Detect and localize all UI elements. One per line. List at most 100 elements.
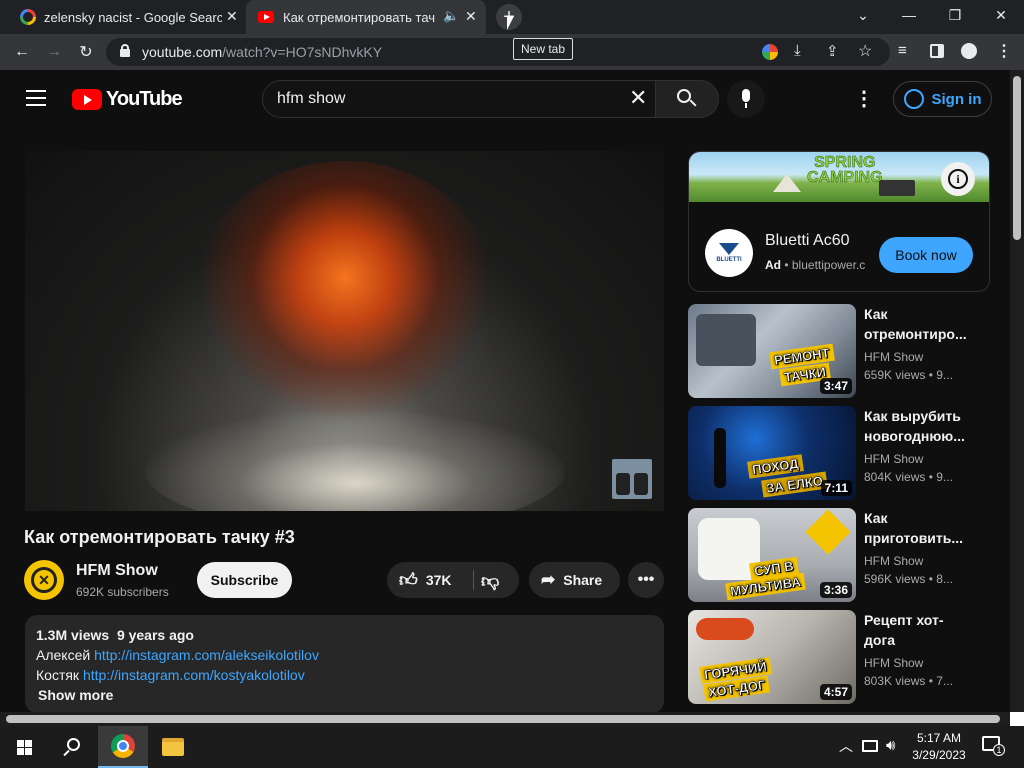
vertical-scrollbar-thumb[interactable] [1013, 76, 1021, 240]
recommended-video[interactable]: РЕМОНТ ТАЧКИ 3:47 Как отремонтиро... HFM… [688, 304, 988, 400]
dislike-button[interactable]: 👎︎ [481, 570, 499, 592]
bookmark-star-icon[interactable]: ☆ [858, 41, 872, 61]
instagram-link-2[interactable]: http://instagram.com/kostyakolotilov [83, 667, 305, 683]
recommended-video[interactable]: ГОРЯЧИЙ ХОТ-ДОГ 4:57 Рецепт хот- дога HF… [688, 610, 988, 706]
recommended-channel[interactable]: HFM Show [864, 452, 923, 466]
tab-strip: zelensky nacist - Google Search ✕ Как от… [0, 0, 1024, 34]
recommended-title[interactable]: Рецепт хот- дога [864, 610, 974, 650]
advertiser-logo[interactable]: BLUETTI [705, 229, 753, 277]
info-icon: i [948, 169, 968, 189]
horizontal-scrollbar[interactable] [0, 712, 1010, 726]
hamburger-menu-icon[interactable] [26, 90, 46, 106]
close-tab-icon[interactable]: ✕ [226, 8, 238, 25]
youtube-logo[interactable]: YouTube [72, 87, 183, 111]
clear-search-icon[interactable]: ✕ [629, 85, 647, 111]
voice-search-button[interactable] [727, 80, 765, 118]
taskbar-file-explorer[interactable] [148, 726, 198, 768]
recommended-views: 803K views • 7... [864, 674, 953, 688]
search-input[interactable] [277, 89, 607, 109]
tab-search-button[interactable]: ⌄ [840, 0, 886, 30]
recommended-video[interactable]: ПОХОД ЗА ЕЛКО 7:11 Как вырубить новогодн… [688, 406, 988, 502]
close-icon: ✕ [995, 6, 1007, 23]
more-actions-button[interactable]: ••• [628, 562, 664, 598]
video-thumbnail[interactable]: ПОХОД ЗА ЕЛКО 7:11 [688, 406, 856, 500]
tab-title: zelensky nacist - Google Search [44, 10, 222, 25]
settings-menu-icon[interactable]: ⋮ [854, 86, 874, 111]
channel-avatar[interactable]: ✕ [24, 560, 64, 600]
close-tab-icon[interactable]: ✕ [465, 8, 477, 25]
search-icon [677, 89, 697, 109]
ad-badge: Ad [765, 258, 781, 272]
clock-time: 5:17 AM [916, 731, 962, 745]
recommended-channel[interactable]: HFM Show [864, 350, 923, 364]
speaker-icon[interactable]: 🔈 [443, 8, 459, 24]
recommended-channel[interactable]: HFM Show [864, 554, 923, 568]
reload-button[interactable]: ↻ [72, 34, 100, 70]
restore-button[interactable]: ❐ [932, 0, 978, 30]
recommended-video[interactable]: СУП В МУЛЬТИВА 3:36 Как приготовить... H… [688, 508, 988, 604]
recommended-views: 804K views • 9... [864, 470, 953, 484]
book-now-button[interactable]: Book now [879, 237, 973, 273]
taskbar-chrome[interactable] [98, 726, 148, 768]
recommended-title[interactable]: Как вырубить новогоднюю... [864, 406, 974, 446]
instagram-link-1[interactable]: http://instagram.com/alekseikolotilov [94, 647, 319, 663]
video-title: Как отремонтировать тачку #3 [24, 527, 295, 547]
start-button[interactable] [0, 726, 48, 768]
url-host: youtube.com [142, 44, 223, 60]
channel-name[interactable]: HFM Show [76, 562, 158, 580]
notification-center-button[interactable]: 1 [982, 736, 1005, 756]
subscribe-button[interactable]: Subscribe [197, 562, 292, 598]
channel-watermark[interactable] [612, 459, 652, 499]
notification-count: 1 [993, 744, 1005, 756]
ad-banner-text-1: SPRING [814, 154, 876, 171]
video-thumbnail[interactable]: СУП В МУЛЬТИВА 3:36 [688, 508, 856, 602]
description-box[interactable]: 1.3M views 9 years ago Алексей http://in… [25, 615, 664, 713]
tab-youtube-video[interactable]: Как отремонтировать тачку 🔈 ✕ [246, 0, 486, 34]
chrome-menu-icon[interactable]: ⋮ [996, 41, 1012, 61]
view-count: 1.3M views [36, 627, 110, 643]
ad-banner[interactable]: SPRING CAMPING i [689, 152, 989, 202]
minimize-icon: — [902, 7, 916, 23]
vertical-scrollbar[interactable] [1010, 70, 1024, 712]
download-icon[interactable]: ⤓ [794, 42, 801, 59]
search-icon [63, 738, 81, 757]
forward-button[interactable]: → [40, 34, 68, 70]
taskbar-search-button[interactable] [48, 726, 96, 768]
title-line-1: Как вырубить [864, 408, 961, 424]
search-box[interactable]: ✕ [262, 80, 656, 118]
tab-google-search[interactable]: zelensky nacist - Google Search ✕ [8, 0, 246, 34]
google-lens-icon[interactable] [762, 44, 778, 60]
ad-card[interactable]: SPRING CAMPING i BLUETTI Bluetti Ac60 Ad… [688, 151, 990, 292]
video-thumbnail[interactable]: РЕМОНТ ТАЧКИ 3:47 [688, 304, 856, 398]
media-controls-icon[interactable]: ≡ [898, 42, 907, 59]
windows-taskbar: ︿ 🔊︎ 5:17 AM 3/29/2023 1 [0, 726, 1024, 768]
side-panel-icon[interactable] [930, 44, 944, 58]
close-window-button[interactable]: ✕ [978, 0, 1024, 30]
back-button[interactable]: ← [8, 34, 36, 70]
show-hidden-icons-icon[interactable]: ︿ [839, 736, 853, 756]
minimize-button[interactable]: — [886, 0, 932, 30]
search-button[interactable] [655, 80, 719, 118]
video-thumbnail[interactable]: ГОРЯЧИЙ ХОТ-ДОГ 4:57 [688, 610, 856, 704]
like-button[interactable]: 👍︎ 37K [387, 569, 452, 591]
network-icon[interactable] [862, 740, 878, 752]
video-player[interactable] [25, 151, 664, 511]
description-name-1: Алексей [36, 647, 91, 663]
ad-title[interactable]: Bluetti Ac60 [765, 232, 850, 250]
profile-icon[interactable] [961, 43, 977, 59]
horizontal-scrollbar-thumb[interactable] [6, 715, 1000, 723]
show-more-button[interactable]: Show more [38, 687, 113, 703]
recommended-channel[interactable]: HFM Show [864, 656, 923, 670]
volume-icon[interactable]: 🔊︎ [886, 737, 895, 754]
more-horiz-icon: ••• [637, 571, 655, 588]
share-button[interactable]: ➦ Share [529, 562, 620, 598]
ad-info-button[interactable]: i [941, 162, 975, 196]
share-icon[interactable]: ⇪ [826, 42, 839, 60]
recommended-title[interactable]: Как приготовить... [864, 508, 974, 548]
new-tab-tooltip: New tab [513, 38, 574, 60]
video-duration: 3:36 [819, 582, 852, 598]
clock[interactable]: 5:17 AM 3/29/2023 [906, 730, 972, 764]
recommended-title[interactable]: Как отремонтиро... [864, 304, 974, 344]
title-line-2: приготовить... [864, 530, 964, 546]
sign-in-button[interactable]: Sign in [893, 81, 992, 117]
